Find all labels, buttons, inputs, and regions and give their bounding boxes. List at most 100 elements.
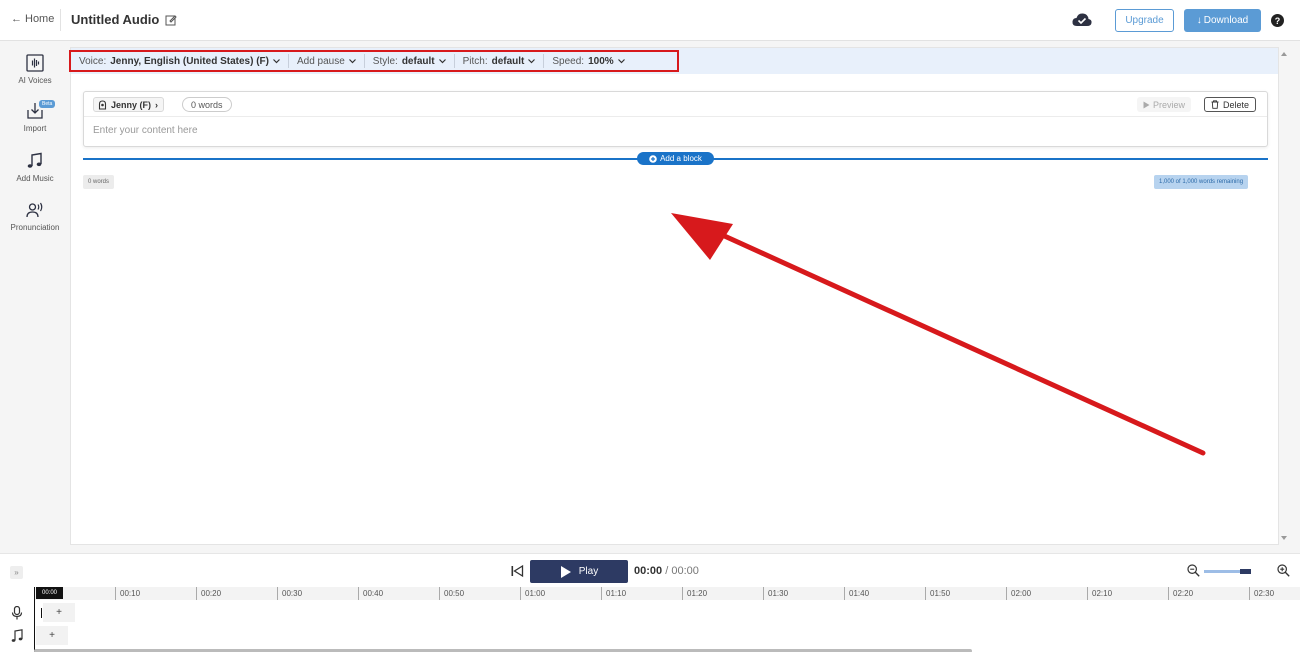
style-label: Style: <box>372 55 398 67</box>
sidebar-item-pronunciation[interactable]: Pronunciation <box>0 201 70 232</box>
style-dropdown[interactable]: Style: default <box>365 54 455 68</box>
sidebar-label: Import <box>23 124 47 133</box>
waveform-icon <box>26 54 44 72</box>
ruler-tick: 00:40 <box>358 587 383 600</box>
speed-dropdown[interactable]: Speed: 100% <box>544 54 632 68</box>
toolbar-highlight-box: Voice: Jenny, English (United States) (F… <box>69 50 679 72</box>
text-block: Jenny (F) › 0 words Preview Delete <box>83 91 1268 147</box>
sidebar-label: Pronunciation <box>10 223 60 232</box>
zoom-out-icon[interactable] <box>1187 564 1200 577</box>
speed-label: Speed: <box>552 55 585 67</box>
style-value: default <box>401 55 435 67</box>
voice-track: + <box>0 602 1300 624</box>
zoom-in-icon[interactable] <box>1277 564 1290 577</box>
music-track: + <box>0 625 1300 647</box>
ruler-tick: 02:10 <box>1087 587 1112 600</box>
play-icon <box>560 565 571 578</box>
ruler-tick: 01:30 <box>763 587 788 600</box>
upgrade-button[interactable]: Upgrade <box>1115 9 1174 32</box>
chevron-down-icon <box>273 58 280 63</box>
time-separator: / <box>665 565 669 577</box>
ruler-tick: 01:40 <box>844 587 869 600</box>
ruler-tick: 02:20 <box>1168 587 1193 600</box>
pitch-dropdown[interactable]: Pitch: default <box>455 54 545 68</box>
annotation-arrow <box>671 213 1206 456</box>
preview-button[interactable]: Preview <box>1137 97 1192 112</box>
chevron-down-icon <box>438 58 446 63</box>
sidebar-label: AI Voices <box>18 76 52 85</box>
chevron-right-icon: › <box>155 99 159 110</box>
ruler-tick: 00:50 <box>439 587 464 600</box>
voice-toolbar: Voice: Jenny, English (United States) (F… <box>69 48 1278 74</box>
add-block-label: Add a block <box>660 154 702 163</box>
add-music-clip-button[interactable]: + <box>36 626 68 645</box>
track-cursor <box>41 608 42 618</box>
total-time: 00:00 <box>671 565 699 577</box>
plus-circle-icon <box>649 154 657 163</box>
vertical-scrollbar[interactable] <box>1279 47 1289 545</box>
skip-back-icon[interactable] <box>510 564 524 578</box>
home-label: Home <box>25 13 55 25</box>
page-title: Untitled Audio <box>71 12 178 27</box>
delete-label: Delete <box>1223 99 1250 110</box>
block-divider <box>84 116 1267 117</box>
pitch-label: Pitch: <box>462 55 488 67</box>
ruler-tick: 00:30 <box>277 587 302 600</box>
timeline-ruler[interactable]: 00:10 00:20 00:30 00:40 00:50 01:00 01:1… <box>34 587 1300 600</box>
current-time: 00:00 <box>634 565 663 577</box>
avatar-icon <box>98 99 107 110</box>
chevron-down-icon <box>617 58 625 63</box>
playhead-time: 00:00 <box>36 587 63 599</box>
cloud-check-icon[interactable] <box>1071 11 1093 29</box>
zoom-slider-thumb[interactable] <box>1240 569 1251 574</box>
sidebar-item-ai-voices[interactable]: AI Voices <box>0 54 70 85</box>
play-button[interactable]: Play <box>530 560 628 583</box>
download-arrow-icon: ↓ <box>1196 15 1202 26</box>
ruler-tick: 02:30 <box>1249 587 1274 600</box>
voice-chip-label: Jenny (F) <box>111 99 152 110</box>
download-label: Download <box>1203 15 1249 26</box>
collapse-timeline-button[interactable]: » <box>10 566 23 579</box>
player-bar: » Play 00:00 / 00:00 00:10 00:20 00:30 0… <box>0 553 1300 652</box>
pitch-value: default <box>491 55 525 67</box>
add-block-button[interactable]: Add a block <box>637 152 714 165</box>
add-pause-dropdown[interactable]: Add pause <box>289 54 365 68</box>
total-words-badge: 0 words <box>83 175 115 189</box>
title-text: Untitled Audio <box>71 12 160 27</box>
chevron-down-icon <box>348 58 356 63</box>
editor-panel: Voice: Jenny, English (United States) (F… <box>69 47 1279 545</box>
play-icon <box>1143 101 1150 108</box>
delete-button[interactable]: Delete <box>1204 97 1257 112</box>
trash-icon <box>1211 100 1219 109</box>
speaking-person-icon <box>26 202 43 218</box>
content-input[interactable] <box>93 120 1253 140</box>
play-label: Play <box>578 566 599 577</box>
ruler-tick: 02:00 <box>1006 587 1031 600</box>
sidebar-item-add-music[interactable]: Add Music <box>0 152 70 183</box>
help-icon[interactable]: ? <box>1271 14 1284 27</box>
voice-value: Jenny, English (United States) (F) <box>110 55 269 67</box>
sidebar-label: Add Music <box>16 174 54 183</box>
block-word-count: 0 words <box>182 97 232 112</box>
voice-label: Voice: <box>79 55 107 67</box>
ruler-tick: 01:00 <box>520 587 545 600</box>
home-link[interactable]: ← Home <box>11 13 54 25</box>
beta-badge: Beta <box>39 100 56 108</box>
microphone-icon <box>11 606 23 620</box>
block-voice-chip[interactable]: Jenny (F) › <box>93 97 165 112</box>
sidebar: AI Voices Beta Import Add Music Pronunci… <box>0 42 70 552</box>
app-header: ← Home Untitled Audio Upgrade ↓ Download… <box>0 0 1300 41</box>
ruler-tick: 01:50 <box>925 587 950 600</box>
header-divider <box>60 9 61 31</box>
edit-icon[interactable] <box>165 14 178 26</box>
add-pause-label: Add pause <box>296 55 345 67</box>
ruler-tick: 00:20 <box>196 587 221 600</box>
voice-dropdown[interactable]: Voice: Jenny, English (United States) (F… <box>71 54 289 68</box>
download-button[interactable]: ↓ Download <box>1184 9 1261 32</box>
ruler-tick: 01:10 <box>601 587 626 600</box>
ruler-tick: 01:20 <box>682 587 707 600</box>
sidebar-item-import[interactable]: Beta Import <box>0 100 70 133</box>
add-voice-clip-button[interactable]: + <box>43 603 75 622</box>
words-remaining-badge: 1,000 of 1,000 words remaining <box>1154 175 1249 189</box>
arrow-left-icon: ← <box>11 13 22 25</box>
